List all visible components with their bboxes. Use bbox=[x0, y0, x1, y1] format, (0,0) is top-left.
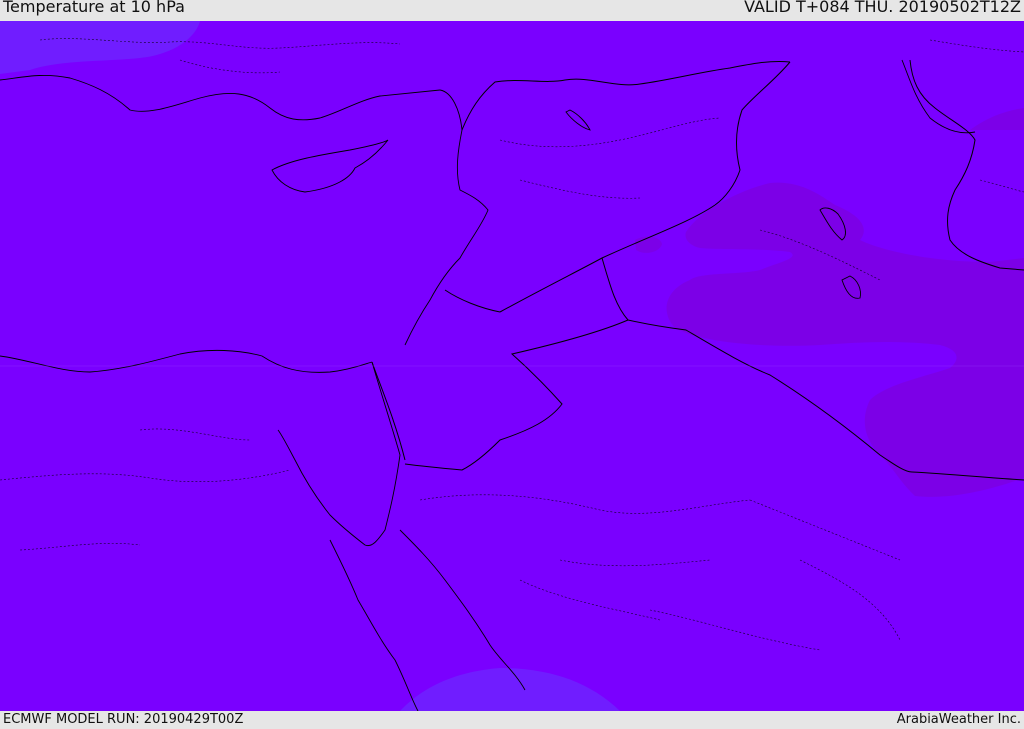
model-run: ECMWF MODEL RUN: 20190429T00Z bbox=[3, 712, 244, 727]
map-canvas bbox=[0, 21, 1024, 711]
brand-credit: ArabiaWeather Inc. bbox=[896, 712, 1021, 727]
map-title: Temperature at 10 hPa bbox=[3, 0, 185, 16]
map-area[interactable] bbox=[0, 21, 1024, 711]
valid-time: VALID T+084 THU. 20190502T12Z bbox=[744, 0, 1021, 16]
footer-bar: ECMWF MODEL RUN: 20190429T00Z ArabiaWeat… bbox=[0, 711, 1024, 729]
header-bar: Temperature at 10 hPa VALID T+084 THU. 2… bbox=[0, 0, 1024, 21]
